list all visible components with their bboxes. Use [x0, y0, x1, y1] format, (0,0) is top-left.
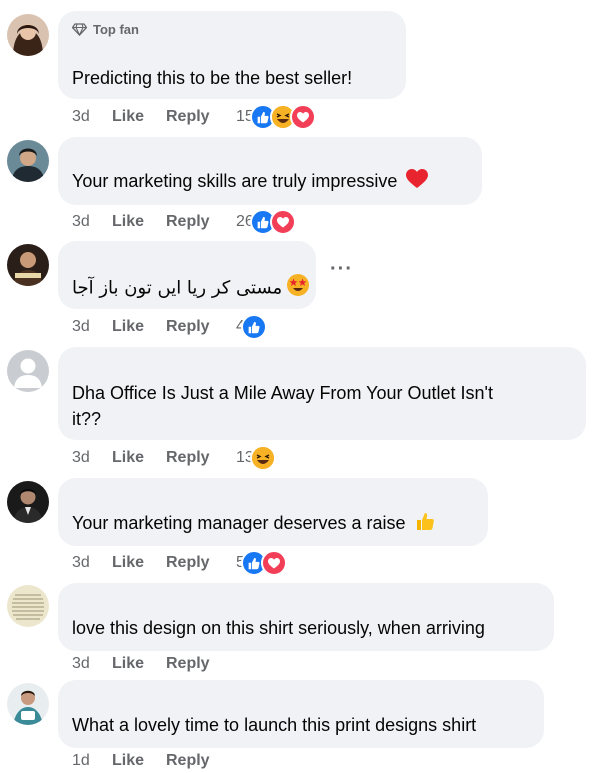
comment-text-body: Your marketing skills are truly impressi…: [72, 171, 398, 191]
comment-text: What a lovely time to launch this print …: [72, 715, 477, 735]
avatar-photo-icon: [7, 14, 49, 56]
comment-bubble: Your marketing skills are truly impressi…: [58, 137, 482, 205]
haha-icon: [249, 445, 276, 471]
comment-timestamp[interactable]: 3d: [72, 655, 112, 673]
comment-actions: 3d Like Reply 15: [72, 104, 316, 130]
love-icon: [269, 209, 296, 235]
comment-bubble: Top fan Predicting this to be the best s…: [58, 11, 406, 99]
like-button[interactable]: Like: [112, 318, 166, 336]
comment-text-line: Dha Office Is Just a Mile Away From Your…: [72, 383, 493, 403]
reaction-summary[interactable]: 13: [236, 445, 276, 471]
love-icon: [260, 550, 287, 576]
comment-actions: 3d Like Reply: [72, 652, 236, 676]
reply-button[interactable]: Reply: [166, 108, 236, 126]
reaction-summary[interactable]: 15: [236, 104, 316, 130]
comment-bubble: Dha Office Is Just a Mile Away From Your…: [58, 347, 586, 440]
comment-actions: 3d Like Reply 13: [72, 445, 276, 471]
comment-timestamp[interactable]: 3d: [72, 449, 112, 467]
reaction-summary[interactable]: 26: [236, 209, 296, 235]
reply-button[interactable]: Reply: [166, 752, 236, 770]
like-button[interactable]: Like: [112, 554, 166, 572]
like-button[interactable]: Like: [112, 752, 166, 770]
badge-label: Top fan: [93, 22, 139, 37]
reply-button[interactable]: Reply: [166, 449, 236, 467]
like-button[interactable]: Like: [112, 655, 166, 673]
like-icon: [240, 314, 267, 340]
comment-timestamp[interactable]: 3d: [72, 213, 112, 231]
comment-bubble: What a lovely time to launch this print …: [58, 680, 544, 748]
reaction-summary[interactable]: 5: [236, 550, 287, 576]
reaction-summary[interactable]: 4: [236, 314, 267, 340]
comment-text-line: it??: [72, 409, 102, 429]
comment-text: Predicting this to be the best seller!: [72, 68, 353, 88]
comment-timestamp[interactable]: 3d: [72, 318, 112, 336]
default-avatar-icon: [7, 350, 49, 392]
avatar[interactable]: [7, 140, 49, 182]
avatar-photo-icon: [7, 140, 49, 182]
reply-button[interactable]: Reply: [166, 554, 236, 572]
love-icon: [289, 104, 316, 130]
comment-text: مستی کر ریا ایں تون باز آجا: [72, 274, 310, 303]
comment-actions: 3d Like Reply 26: [72, 209, 296, 235]
comment-bubble: Your marketing manager deserves a raise: [58, 478, 488, 546]
avatar[interactable]: [7, 481, 49, 523]
comment-text-body: Your marketing manager deserves a raise: [72, 513, 406, 533]
thumbs-up-emoji-icon: [415, 511, 435, 538]
like-button[interactable]: Like: [112, 449, 166, 467]
avatar-photo-icon: [7, 244, 49, 286]
comment-text: Your marketing skills are truly impressi…: [72, 168, 429, 196]
more-options-icon[interactable]: ···: [330, 258, 353, 281]
reply-button[interactable]: Reply: [166, 318, 236, 336]
like-button[interactable]: Like: [112, 213, 166, 231]
reply-button[interactable]: Reply: [166, 213, 236, 231]
comment-bubble: love this design on this shirt seriously…: [58, 583, 554, 651]
avatar[interactable]: [7, 14, 49, 56]
comment-text: Dha Office Is Just a Mile Away From Your…: [72, 380, 493, 432]
comment-text-body: مستی کر ریا ایں تون باز آجا: [72, 277, 283, 299]
comment-actions: 1d Like Reply: [72, 749, 236, 773]
top-fan-badge: Top fan: [72, 22, 139, 37]
avatar[interactable]: [7, 683, 49, 725]
comment-timestamp[interactable]: 3d: [72, 108, 112, 126]
comment-actions: 3d Like Reply 4: [72, 314, 267, 340]
avatar-photo-icon: [7, 683, 49, 725]
comment-text: love this design on this shirt seriously…: [72, 618, 485, 638]
comment-actions: 3d Like Reply 5: [72, 550, 287, 576]
comment-bubble: مستی کر ریا ایں تون باز آجا: [58, 241, 316, 309]
comment-text: Your marketing manager deserves a raise: [72, 510, 435, 538]
reply-button[interactable]: Reply: [166, 655, 236, 673]
diamond-icon: [72, 23, 87, 36]
avatar[interactable]: [7, 350, 49, 392]
avatar-photo-icon: [7, 481, 49, 523]
avatar[interactable]: [7, 585, 49, 627]
avatar[interactable]: [7, 244, 49, 286]
like-button[interactable]: Like: [112, 108, 166, 126]
star-struck-icon: [287, 274, 310, 303]
red-heart-icon: [406, 168, 429, 196]
comment-timestamp[interactable]: 1d: [72, 752, 112, 770]
comment-timestamp[interactable]: 3d: [72, 554, 112, 572]
avatar-photo-icon: [7, 585, 49, 627]
